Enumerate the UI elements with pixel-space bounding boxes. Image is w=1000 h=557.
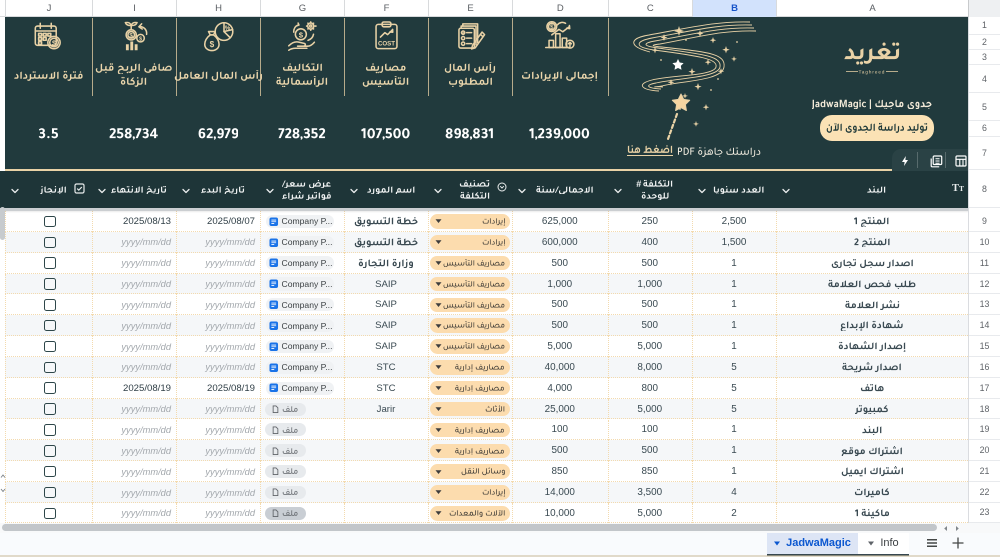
svg-text:$: $	[129, 32, 133, 39]
svg-text:$: $	[299, 30, 304, 39]
svg-text:$: $	[550, 25, 554, 31]
svg-text:$: $	[139, 36, 142, 42]
svg-text:Taghreed: Taghreed	[859, 70, 886, 75]
svg-text:COST: COST	[378, 40, 395, 47]
svg-text:$: $	[210, 39, 215, 48]
svg-text:$: $	[52, 39, 56, 47]
svg-text:%: %	[225, 26, 231, 32]
